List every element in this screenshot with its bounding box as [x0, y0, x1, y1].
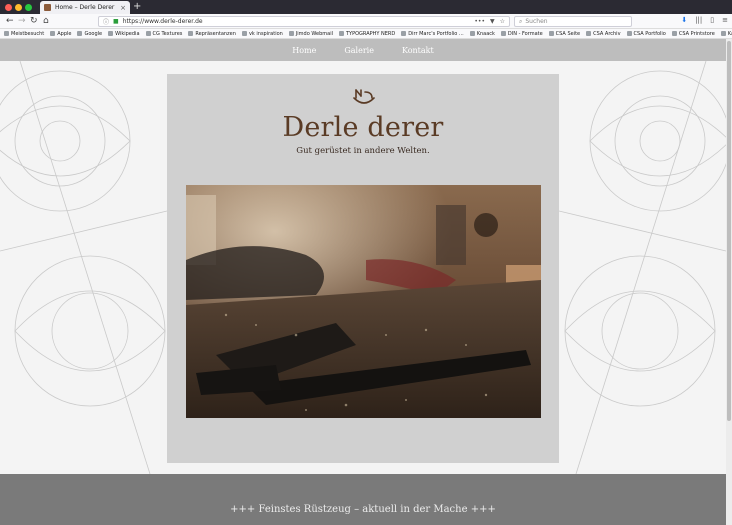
forward-icon[interactable]: → — [18, 16, 26, 26]
bookmarks-bar: Meistbesucht Apple Google Wikipedia CG Textu… — [0, 29, 732, 39]
bookmark-label: Jimdo Webmail — [295, 30, 333, 37]
sidebar-icon[interactable]: ▯ — [710, 16, 714, 24]
bookmark-label: Meistbesucht — [11, 30, 45, 37]
page-scrollbar[interactable] — [726, 39, 732, 525]
bookmark-label: CSA Portfolio — [633, 30, 666, 37]
bookmark-label: vk inspiration — [248, 30, 283, 37]
bookmark-item[interactable]: CSA Printstore — [671, 30, 715, 37]
bookmark-label: CSA Seite — [555, 30, 581, 37]
bookmark-item[interactable]: Apple — [50, 31, 71, 37]
back-icon[interactable]: ← — [6, 16, 14, 26]
download-icon[interactable]: ⬇ — [681, 16, 687, 24]
bookmark-item[interactable]: TYPOGRAPHY NERD — [338, 30, 396, 37]
bookmark-folder-icon — [288, 31, 294, 36]
bookmark-item[interactable]: Dirr Marc's Portfolio ... — [401, 30, 464, 37]
tab-bar: Home – Derle Derer × + — [0, 0, 732, 14]
bookmark-item[interactable]: Meistbesucht — [4, 31, 44, 37]
bookmark-folder-icon — [338, 31, 344, 36]
bookmark-item[interactable]: Knaack — [469, 30, 495, 37]
bookmark-label: TYPOGRAPHY NERD — [345, 30, 396, 37]
content-card: Derle derer Gut gerüstet in andere Welte… — [167, 74, 559, 463]
new-tab-button[interactable]: + — [133, 1, 141, 13]
footer-banner: +++ Feinstes Rüstzeug – aktuell in der M… — [0, 474, 726, 525]
hero-photo-leather-workbench — [186, 185, 541, 418]
url-text[interactable]: https://www.derle-derer.de — [123, 18, 203, 25]
library-icon[interactable]: ||| — [695, 16, 702, 24]
maximize-window-dot[interactable] — [25, 4, 32, 11]
bookmark-folder-icon — [671, 31, 677, 36]
bookmark-folder-icon — [500, 31, 506, 36]
bookmark-item[interactable]: Google — [77, 31, 102, 37]
bookmark-label: CG Textures — [152, 30, 183, 37]
bookmark-item[interactable]: Repräsentanzen — [188, 31, 236, 37]
bookmark-folder-icon — [188, 31, 194, 36]
bookmark-folder-icon — [586, 31, 592, 36]
bookmark-folder-icon — [145, 31, 151, 36]
search-placeholder[interactable]: Suchen — [525, 18, 547, 25]
bookmark-folder-icon — [548, 31, 554, 36]
browser-tab[interactable]: Home – Derle Derer × — [40, 1, 130, 14]
bookmark-label: Wikipedia — [115, 30, 140, 37]
bookmark-label: Repräsentanzen — [195, 30, 236, 37]
bookmark-item[interactable]: DIN - Formate — [500, 30, 543, 37]
bookmark-label: DIN - Formate — [507, 30, 543, 37]
close-window-dot[interactable] — [5, 4, 12, 11]
bookmark-folder-icon — [50, 31, 56, 36]
info-icon[interactable]: ⓘ — [103, 17, 109, 26]
bookmark-item[interactable]: CSA Archiv — [586, 30, 621, 37]
bookmark-item[interactable]: Wikipedia — [108, 30, 140, 37]
url-bar[interactable]: ⓘ ■ https://www.derle-derer.de ••• ▼ ☆ — [98, 16, 510, 27]
menu-icon[interactable]: ≡ — [722, 16, 728, 24]
navigation-toolbar: ← → ↻ ⌂ ⓘ ■ https://www.derle-derer.de •… — [0, 14, 732, 29]
bookmark-folder-icon — [241, 31, 247, 36]
search-icon: ⌕ — [519, 17, 523, 25]
home-icon[interactable]: ⌂ — [43, 16, 49, 26]
bookmark-folder-icon — [469, 31, 475, 36]
bookmark-star-icon[interactable]: ☆ — [500, 18, 505, 25]
scrollbar-thumb[interactable] — [727, 41, 731, 421]
bookmark-folder-icon — [108, 31, 114, 36]
web-page: Home Galerie Kontakt Derle derer Gut gerüs… — [0, 39, 726, 525]
page-actions-icon[interactable]: ••• — [474, 18, 485, 25]
bookmark-label: Kata — [727, 30, 732, 37]
bookmark-item[interactable]: CSA Seite — [548, 30, 581, 37]
logo-helmet-icon — [353, 89, 375, 104]
reload-icon[interactable]: ↻ — [30, 16, 38, 26]
bookmark-folder-icon — [720, 31, 726, 36]
pocket-icon[interactable]: ▼ — [490, 18, 495, 25]
bookmark-label: CSA Archiv — [593, 30, 621, 37]
tagline: Gut gerüstet in andere Welten. — [296, 146, 430, 156]
bookmark-folder-icon — [401, 31, 407, 36]
site-navigation: Home Galerie Kontakt — [0, 39, 726, 61]
bookmark-item[interactable]: vk inspiration — [241, 30, 283, 37]
minimize-window-dot[interactable] — [15, 4, 22, 11]
bookmark-item[interactable]: CG Textures — [145, 30, 183, 37]
bookmark-label: Google — [84, 30, 103, 37]
lock-icon[interactable]: ■ — [113, 18, 119, 25]
bookmark-item[interactable]: Kata — [720, 30, 732, 37]
bookmark-label: CSA Printstore — [678, 30, 715, 37]
bookmark-folder-icon — [626, 31, 632, 36]
site-nav-item-home[interactable]: Home — [292, 46, 316, 55]
logo-title[interactable]: Derle derer — [167, 112, 559, 143]
bookmark-label: Dirr Marc's Portfolio ... — [408, 30, 464, 37]
bookmark-label: Apple — [57, 30, 72, 37]
bookmark-folder-icon — [4, 31, 9, 36]
search-bar[interactable]: ⌕ Suchen — [514, 16, 632, 27]
tab-favicon-icon — [44, 4, 51, 11]
bookmark-item[interactable]: CSA Portfolio — [626, 30, 666, 37]
bookmark-item[interactable]: Jimdo Webmail — [288, 30, 333, 37]
site-nav-item-kontakt[interactable]: Kontakt — [402, 46, 434, 55]
site-nav-item-galerie[interactable]: Galerie — [344, 46, 374, 55]
tab-title: Home – Derle Derer — [55, 4, 115, 11]
bookmark-label: Knaack — [476, 30, 495, 37]
tab-close-icon[interactable]: × — [120, 4, 126, 12]
bookmark-folder-icon — [77, 31, 83, 36]
footer-message: +++ Feinstes Rüstzeug – aktuell in der M… — [230, 504, 496, 515]
